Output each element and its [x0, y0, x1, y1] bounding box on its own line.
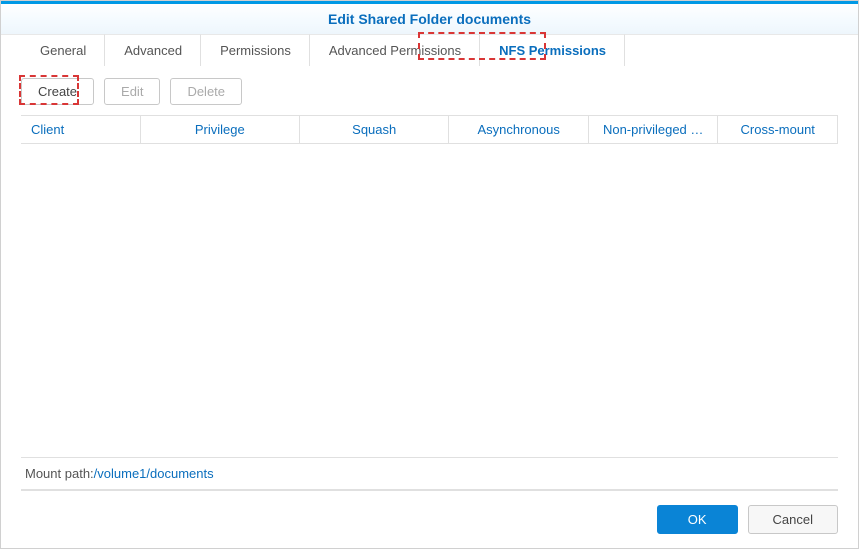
- ok-button[interactable]: OK: [657, 505, 738, 534]
- mount-path-row: Mount path:/volume1/documents: [21, 458, 838, 490]
- tab-general[interactable]: General: [21, 34, 105, 66]
- col-header-asynchronous[interactable]: Asynchronous: [449, 116, 588, 143]
- toolbar: Create Edit Delete: [1, 66, 858, 115]
- col-header-squash[interactable]: Squash: [300, 116, 449, 143]
- dialog-title: Edit Shared Folder documents: [1, 1, 858, 35]
- dialog-footer: OK Cancel: [21, 490, 838, 548]
- dialog-window: Edit Shared Folder documents General Adv…: [0, 0, 859, 549]
- nfs-rules-table: Client Privilege Squash Asynchronous Non…: [21, 115, 838, 458]
- table-body-empty: [21, 144, 838, 444]
- cancel-button[interactable]: Cancel: [748, 505, 838, 534]
- tab-permissions[interactable]: Permissions: [201, 34, 310, 66]
- delete-button[interactable]: Delete: [170, 78, 242, 105]
- tab-nfs-permissions[interactable]: NFS Permissions: [480, 34, 625, 66]
- mount-path-label: Mount path:: [25, 466, 94, 481]
- col-header-crossmount[interactable]: Cross-mount: [718, 116, 838, 143]
- col-header-privilege[interactable]: Privilege: [141, 116, 300, 143]
- tab-advanced-permissions[interactable]: Advanced Permissions: [310, 34, 480, 66]
- tab-bar: General Advanced Permissions Advanced Pe…: [1, 34, 858, 66]
- col-header-client[interactable]: Client: [21, 116, 141, 143]
- col-header-nonprivileged[interactable]: Non-privileged …: [589, 116, 719, 143]
- mount-path-value: /volume1/documents: [94, 466, 214, 481]
- table-header-row: Client Privilege Squash Asynchronous Non…: [21, 116, 838, 144]
- edit-button[interactable]: Edit: [104, 78, 160, 105]
- tab-advanced[interactable]: Advanced: [105, 34, 201, 66]
- create-button[interactable]: Create: [21, 78, 94, 105]
